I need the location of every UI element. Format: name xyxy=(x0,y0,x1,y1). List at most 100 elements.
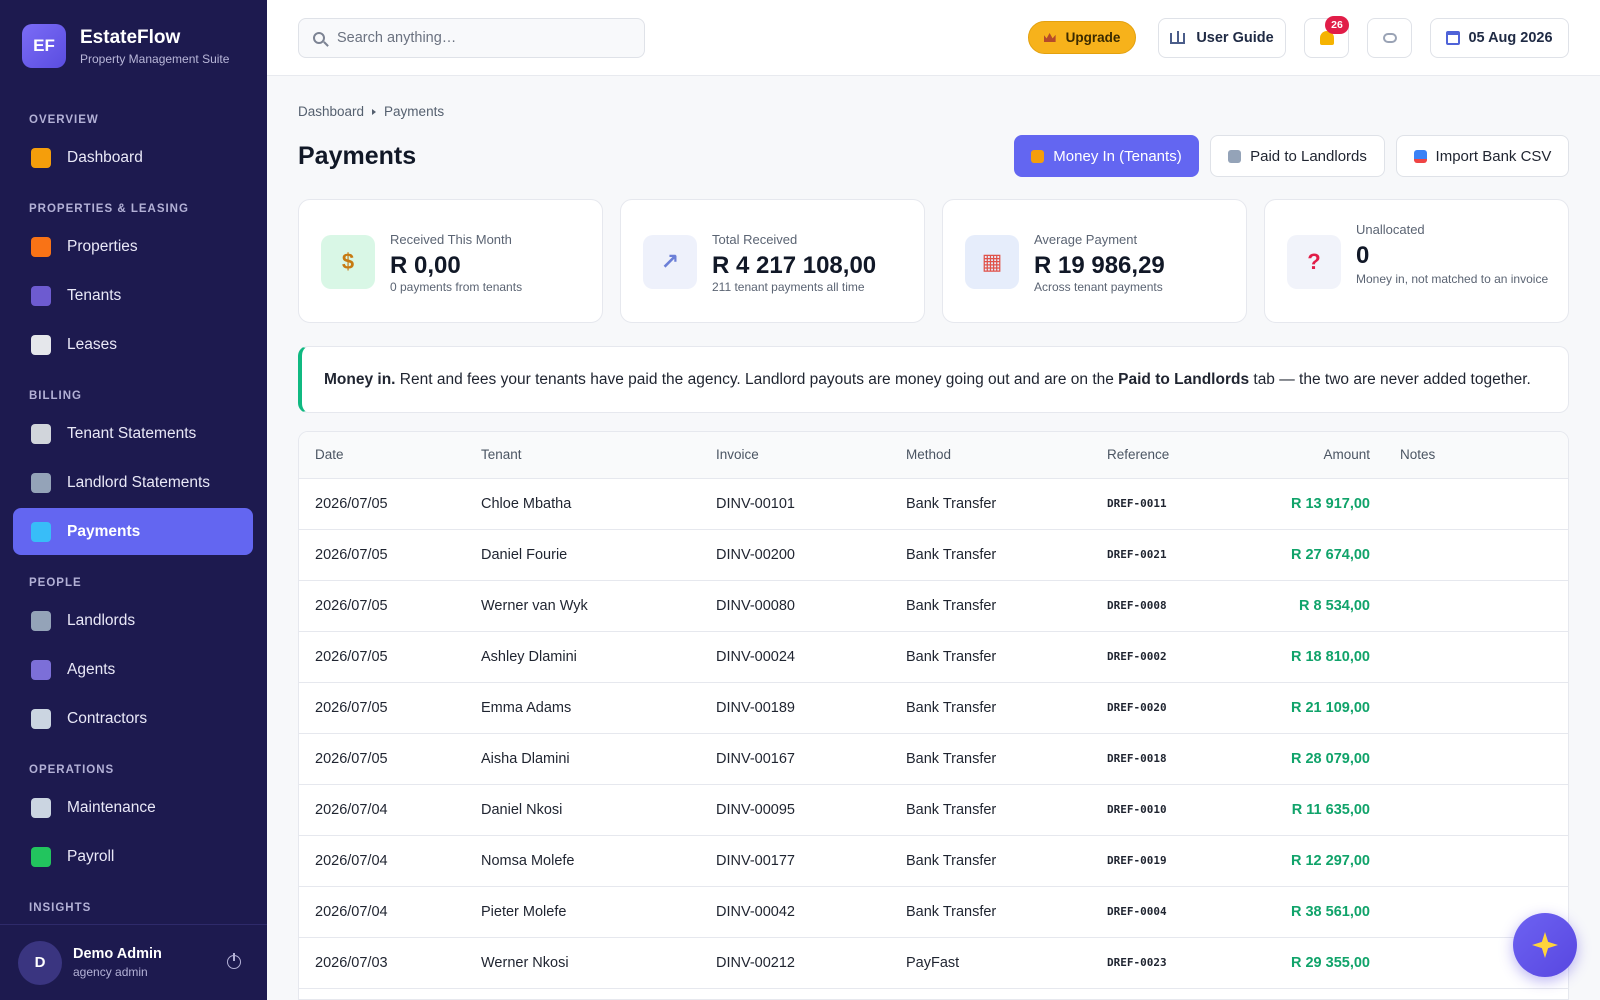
col-amount[interactable]: Amount xyxy=(1263,432,1370,479)
current-date: 05 Aug 2026 xyxy=(1468,30,1553,46)
sidebar-item-payroll[interactable]: Payroll xyxy=(13,833,253,880)
user-guide-button[interactable]: User Guide xyxy=(1158,18,1286,58)
cash-icon xyxy=(31,846,51,867)
sidebar-item-agents[interactable]: Agents xyxy=(13,646,253,693)
cell-tenant[interactable]: Werner Nkosi xyxy=(481,937,716,989)
tools-icon xyxy=(31,708,51,729)
stat-subtext: Money in, not matched to an invoice xyxy=(1356,272,1549,286)
cell-reference: DREF-0019 xyxy=(1107,835,1263,887)
cell-invoice[interactable]: DINV-00212 xyxy=(716,937,906,989)
sidebar-item-properties[interactable]: Properties xyxy=(13,223,253,270)
cell-tenant[interactable]: Aisha Dlamini xyxy=(481,733,716,785)
breadcrumb-current: Payments xyxy=(384,104,445,119)
table-row[interactable]: 2026/07/05 Aisha Dlamini DINV-00167 Bank… xyxy=(299,733,1568,785)
cell-invoice[interactable]: DINV-00177 xyxy=(716,835,906,887)
cell-date: 2026/07/05 xyxy=(299,631,481,683)
table-row[interactable]: 2026/07/04 Nomsa Molefe DINV-00177 Bank … xyxy=(299,835,1568,887)
date-picker-button[interactable]: 05 Aug 2026 xyxy=(1430,18,1569,58)
table-row[interactable]: 2026/07/05 Chloe Mbatha DINV-00101 Bank … xyxy=(299,478,1568,530)
sidebar-item-leases[interactable]: Leases xyxy=(13,321,253,368)
cell-notes xyxy=(1370,733,1568,785)
nav-section-label: PROPERTIES & LEASING xyxy=(29,203,189,215)
col-notes[interactable]: Notes xyxy=(1370,432,1568,479)
users-icon xyxy=(31,285,51,306)
sidebar-item-label: Dashboard xyxy=(67,148,143,166)
cell-tenant[interactable]: Ashley Dlamini xyxy=(481,631,716,683)
sidebar-item-label: Landlords xyxy=(67,611,136,629)
cell-tenant[interactable]: Chloe Mbatha xyxy=(481,478,716,530)
table-row[interactable]: 2026/07/05 Ashley Dlamini DINV-00024 Ban… xyxy=(299,631,1568,683)
cell-tenant[interactable]: Nomsa Molefe xyxy=(481,835,716,887)
cell-invoice[interactable]: DINV-00167 xyxy=(716,733,906,785)
tab-paid-to-landlords-label: Paid to Landlords xyxy=(1250,147,1367,165)
tab-money-in-label: Money In (Tenants) xyxy=(1053,147,1182,165)
stat-subtext: 0 payments from tenants xyxy=(390,280,523,294)
table-row[interactable]: 2026/07/05 Werner van Wyk DINV-00080 Ban… xyxy=(299,580,1568,632)
cell-invoice[interactable]: DINV-00042 xyxy=(716,886,906,938)
table-row[interactable]: 2026/07/05 Emma Adams DINV-00189 Bank Tr… xyxy=(299,682,1568,734)
ai-assistant-button[interactable] xyxy=(1513,913,1577,977)
book-icon xyxy=(1170,30,1186,44)
cell-notes xyxy=(1370,835,1568,887)
sidebar-item-maintenance[interactable]: Maintenance xyxy=(13,784,253,831)
cell-tenant[interactable]: Werner van Wyk xyxy=(481,580,716,632)
sidebar-item-landlords[interactable]: Landlords xyxy=(13,597,253,644)
cell-invoice[interactable]: DINV-00080 xyxy=(716,580,906,632)
breadcrumb-root[interactable]: Dashboard xyxy=(298,104,364,119)
brand[interactable]: EF EstateFlow Property Management Suite xyxy=(22,24,229,68)
table-row[interactable]: 2026/07/03 Werner Nkosi DINV-00212 PayFa… xyxy=(299,937,1568,989)
import-bank-csv-button[interactable]: Import Bank CSV xyxy=(1396,135,1569,177)
stat-label: Total Received xyxy=(712,232,798,247)
cell-amount: R 18 810,00 xyxy=(1263,631,1370,683)
sidebar-item-payments[interactable]: Payments xyxy=(13,508,253,555)
col-reference[interactable]: Reference xyxy=(1107,432,1263,479)
sidebar-nav: OVERVIEW Dashboard PROPERTIES & LEASING Pro… xyxy=(13,94,253,920)
table-row[interactable]: 2026/07/04 Pieter Molefe DINV-00042 Bank… xyxy=(299,886,1568,938)
breadcrumb: Dashboard Payments xyxy=(298,104,444,119)
cell-tenant[interactable]: Pieter Molefe xyxy=(481,886,716,938)
stat-label: Received This Month xyxy=(390,232,512,247)
user-profile[interactable]: D Demo Admin agency admin xyxy=(0,924,267,1000)
cell-method: PayFast xyxy=(906,937,1107,989)
search-input[interactable] xyxy=(337,30,627,46)
tab-money-in[interactable]: Money In (Tenants) xyxy=(1014,135,1199,177)
building-icon xyxy=(31,610,51,631)
messages-button[interactable] xyxy=(1367,18,1412,58)
col-tenant[interactable]: Tenant xyxy=(481,432,716,479)
wrench-icon xyxy=(31,797,51,818)
cell-invoice[interactable]: DINV-00101 xyxy=(716,478,906,530)
search-box[interactable] xyxy=(298,18,645,58)
sidebar-item-tenant-statements[interactable]: Tenant Statements xyxy=(13,410,253,457)
upgrade-button[interactable]: Upgrade xyxy=(1028,21,1136,54)
person-icon xyxy=(31,659,51,680)
table-row[interactable]: 2026/07/04 Daniel Nkosi DINV-00095 Bank … xyxy=(299,784,1568,836)
cell-date: 2026/07/05 xyxy=(299,529,481,581)
table-row[interactable]: 2026/07/05 Daniel Fourie DINV-00200 Bank… xyxy=(299,529,1568,581)
cell-date: 2026/07/05 xyxy=(299,580,481,632)
col-invoice[interactable]: Invoice xyxy=(716,432,906,479)
sidebar-item-dashboard[interactable]: Dashboard xyxy=(13,134,253,181)
cell-method: Bank Transfer xyxy=(906,529,1107,581)
cell-invoice[interactable]: DINV-00024 xyxy=(716,631,906,683)
receipt-icon xyxy=(31,423,51,444)
cell-invoice[interactable]: DINV-00095 xyxy=(716,784,906,836)
cell-tenant[interactable]: Daniel Nkosi xyxy=(481,784,716,836)
sidebar-item-tenants[interactable]: Tenants xyxy=(13,272,253,319)
cell-tenant[interactable]: Emma Adams xyxy=(481,682,716,734)
col-method[interactable]: Method xyxy=(906,432,1107,479)
sidebar-item-label: Payments xyxy=(67,522,141,540)
cell-method: Bank Transfer xyxy=(906,682,1107,734)
cell-reference: DREF-0004 xyxy=(1107,886,1263,938)
logout-icon[interactable] xyxy=(227,953,241,969)
cell-invoice[interactable]: DINV-00200 xyxy=(716,529,906,581)
cell-tenant[interactable]: Daniel Fourie xyxy=(481,529,716,581)
cell-method: Bank Transfer xyxy=(906,631,1107,683)
nav-section-label: INSIGHTS xyxy=(29,902,92,914)
cell-method: Bank Transfer xyxy=(906,835,1107,887)
cell-date: 2026/07/04 xyxy=(299,886,481,938)
tab-paid-to-landlords[interactable]: Paid to Landlords xyxy=(1210,135,1385,177)
sidebar-item-landlord-statements[interactable]: Landlord Statements xyxy=(13,459,253,506)
cell-invoice[interactable]: DINV-00189 xyxy=(716,682,906,734)
sidebar-item-contractors[interactable]: Contractors xyxy=(13,695,253,742)
col-date[interactable]: Date xyxy=(299,432,481,479)
